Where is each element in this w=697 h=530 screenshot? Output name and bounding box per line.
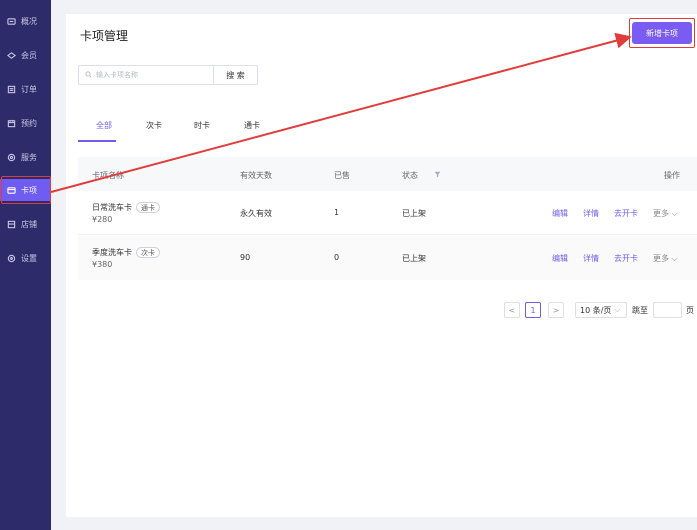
sidebar-item-service[interactable]: 服务	[0, 146, 51, 168]
edit-link[interactable]: 编辑	[552, 208, 568, 219]
column-header-name: 卡项名称	[92, 171, 124, 180]
sidebar-item-card[interactable]: 卡项	[0, 176, 51, 204]
tab-count-card[interactable]: 次卡	[146, 120, 162, 131]
card-name: 日常洗车卡	[92, 203, 132, 212]
detail-link[interactable]: 详情	[583, 208, 599, 219]
column-header-status: 状态	[402, 171, 418, 180]
chevron-down-icon: ⌵	[671, 209, 678, 218]
next-page-button[interactable]: >	[548, 302, 564, 318]
table-row: 季度洗车卡 次卡 ¥380 90 0 已上架 编辑 详情 去开卡 更多 ⌵	[78, 236, 697, 280]
order-icon	[7, 85, 16, 94]
card-type-badge: 通卡	[136, 202, 160, 213]
sidebar-item-label: 会员	[21, 50, 37, 60]
column-header-actions: 操作	[664, 171, 680, 180]
card-price: ¥280	[92, 215, 113, 224]
sidebar-item-shop[interactable]: 店铺	[0, 213, 51, 235]
chevron-down-icon: ⌵	[671, 254, 678, 263]
page-title: 卡项管理	[80, 29, 129, 43]
open-card-link[interactable]: 去开卡	[614, 208, 638, 219]
sidebar-item-settings[interactable]: 设置	[0, 247, 51, 269]
main-panel: 卡项管理 新增卡项 输入卡项名称 搜 索 全部 次卡 时卡 通卡 卡项名称 有效…	[66, 14, 697, 517]
open-card-link[interactable]: 去开卡	[614, 253, 638, 264]
more-label: 更多	[653, 209, 669, 218]
calendar-icon	[7, 119, 16, 128]
service-icon	[7, 153, 16, 162]
search-icon	[85, 71, 93, 79]
sidebar-item-order[interactable]: 订单	[0, 78, 51, 100]
sold-count: 0	[334, 253, 340, 262]
card-icon	[7, 186, 16, 195]
shop-icon	[7, 220, 16, 229]
page-size-value: 10 条/页	[580, 305, 612, 315]
valid-days: 永久有效	[240, 209, 272, 218]
sidebar-item-label: 概况	[21, 16, 37, 26]
table-row: 日常洗车卡 通卡 ¥280 永久有效 1 已上架 编辑 详情 去开卡 更多 ⌵	[78, 191, 697, 235]
sidebar-item-overview[interactable]: 概况	[0, 10, 51, 32]
card-type-badge: 次卡	[136, 247, 160, 258]
more-dropdown[interactable]: 更多 ⌵	[653, 208, 678, 219]
sidebar-item-member[interactable]: 会员	[0, 44, 51, 66]
sidebar-item-label: 预约	[21, 118, 37, 128]
column-header-sold: 已售	[334, 171, 350, 180]
jump-label: 跳至	[632, 306, 648, 315]
detail-link[interactable]: 详情	[583, 253, 599, 264]
gear-icon	[7, 254, 16, 263]
sidebar-item-label: 店铺	[21, 219, 37, 229]
member-icon	[7, 51, 16, 60]
prev-page-button[interactable]: <	[504, 302, 520, 318]
jump-page-input[interactable]	[653, 302, 682, 318]
search-input[interactable]: 输入卡项名称	[78, 65, 214, 85]
card-name: 季度洗车卡	[92, 248, 132, 257]
tab-general-card[interactable]: 通卡	[244, 120, 260, 131]
add-card-button[interactable]: 新增卡项	[632, 22, 692, 44]
status-text: 已上架	[402, 209, 426, 218]
sidebar: 概况 会员 订单 预约 服务 卡项 店铺 设置	[0, 0, 51, 530]
active-tab-indicator	[78, 140, 116, 142]
more-dropdown[interactable]: 更多 ⌵	[653, 253, 678, 264]
chevron-down-icon: ⌵	[614, 305, 621, 314]
sold-count: 1	[334, 208, 340, 217]
sidebar-item-label: 设置	[21, 253, 37, 263]
sidebar-item-label: 订单	[21, 84, 37, 94]
column-header-days: 有效天数	[240, 171, 272, 180]
tab-time-card[interactable]: 时卡	[194, 120, 210, 131]
search-button[interactable]: 搜 索	[213, 65, 258, 85]
valid-days: 90	[240, 253, 251, 262]
sidebar-item-label: 卡项	[21, 185, 37, 195]
search-placeholder: 输入卡项名称	[96, 71, 138, 79]
tab-all[interactable]: 全部	[96, 120, 112, 131]
card-price: ¥380	[92, 260, 113, 269]
sidebar-item-booking[interactable]: 预约	[0, 112, 51, 134]
filter-icon[interactable]	[434, 171, 441, 178]
dashboard-icon	[7, 17, 16, 26]
sidebar-item-label: 服务	[21, 152, 37, 162]
page-1-button[interactable]: 1	[525, 302, 541, 318]
more-label: 更多	[653, 254, 669, 263]
page-unit-label: 页	[686, 306, 694, 315]
status-text: 已上架	[402, 254, 426, 263]
page-size-select[interactable]: 10 条/页 ⌵	[575, 302, 627, 318]
table-header: 卡项名称 有效天数 已售 状态 操作	[78, 157, 697, 191]
edit-link[interactable]: 编辑	[552, 253, 568, 264]
